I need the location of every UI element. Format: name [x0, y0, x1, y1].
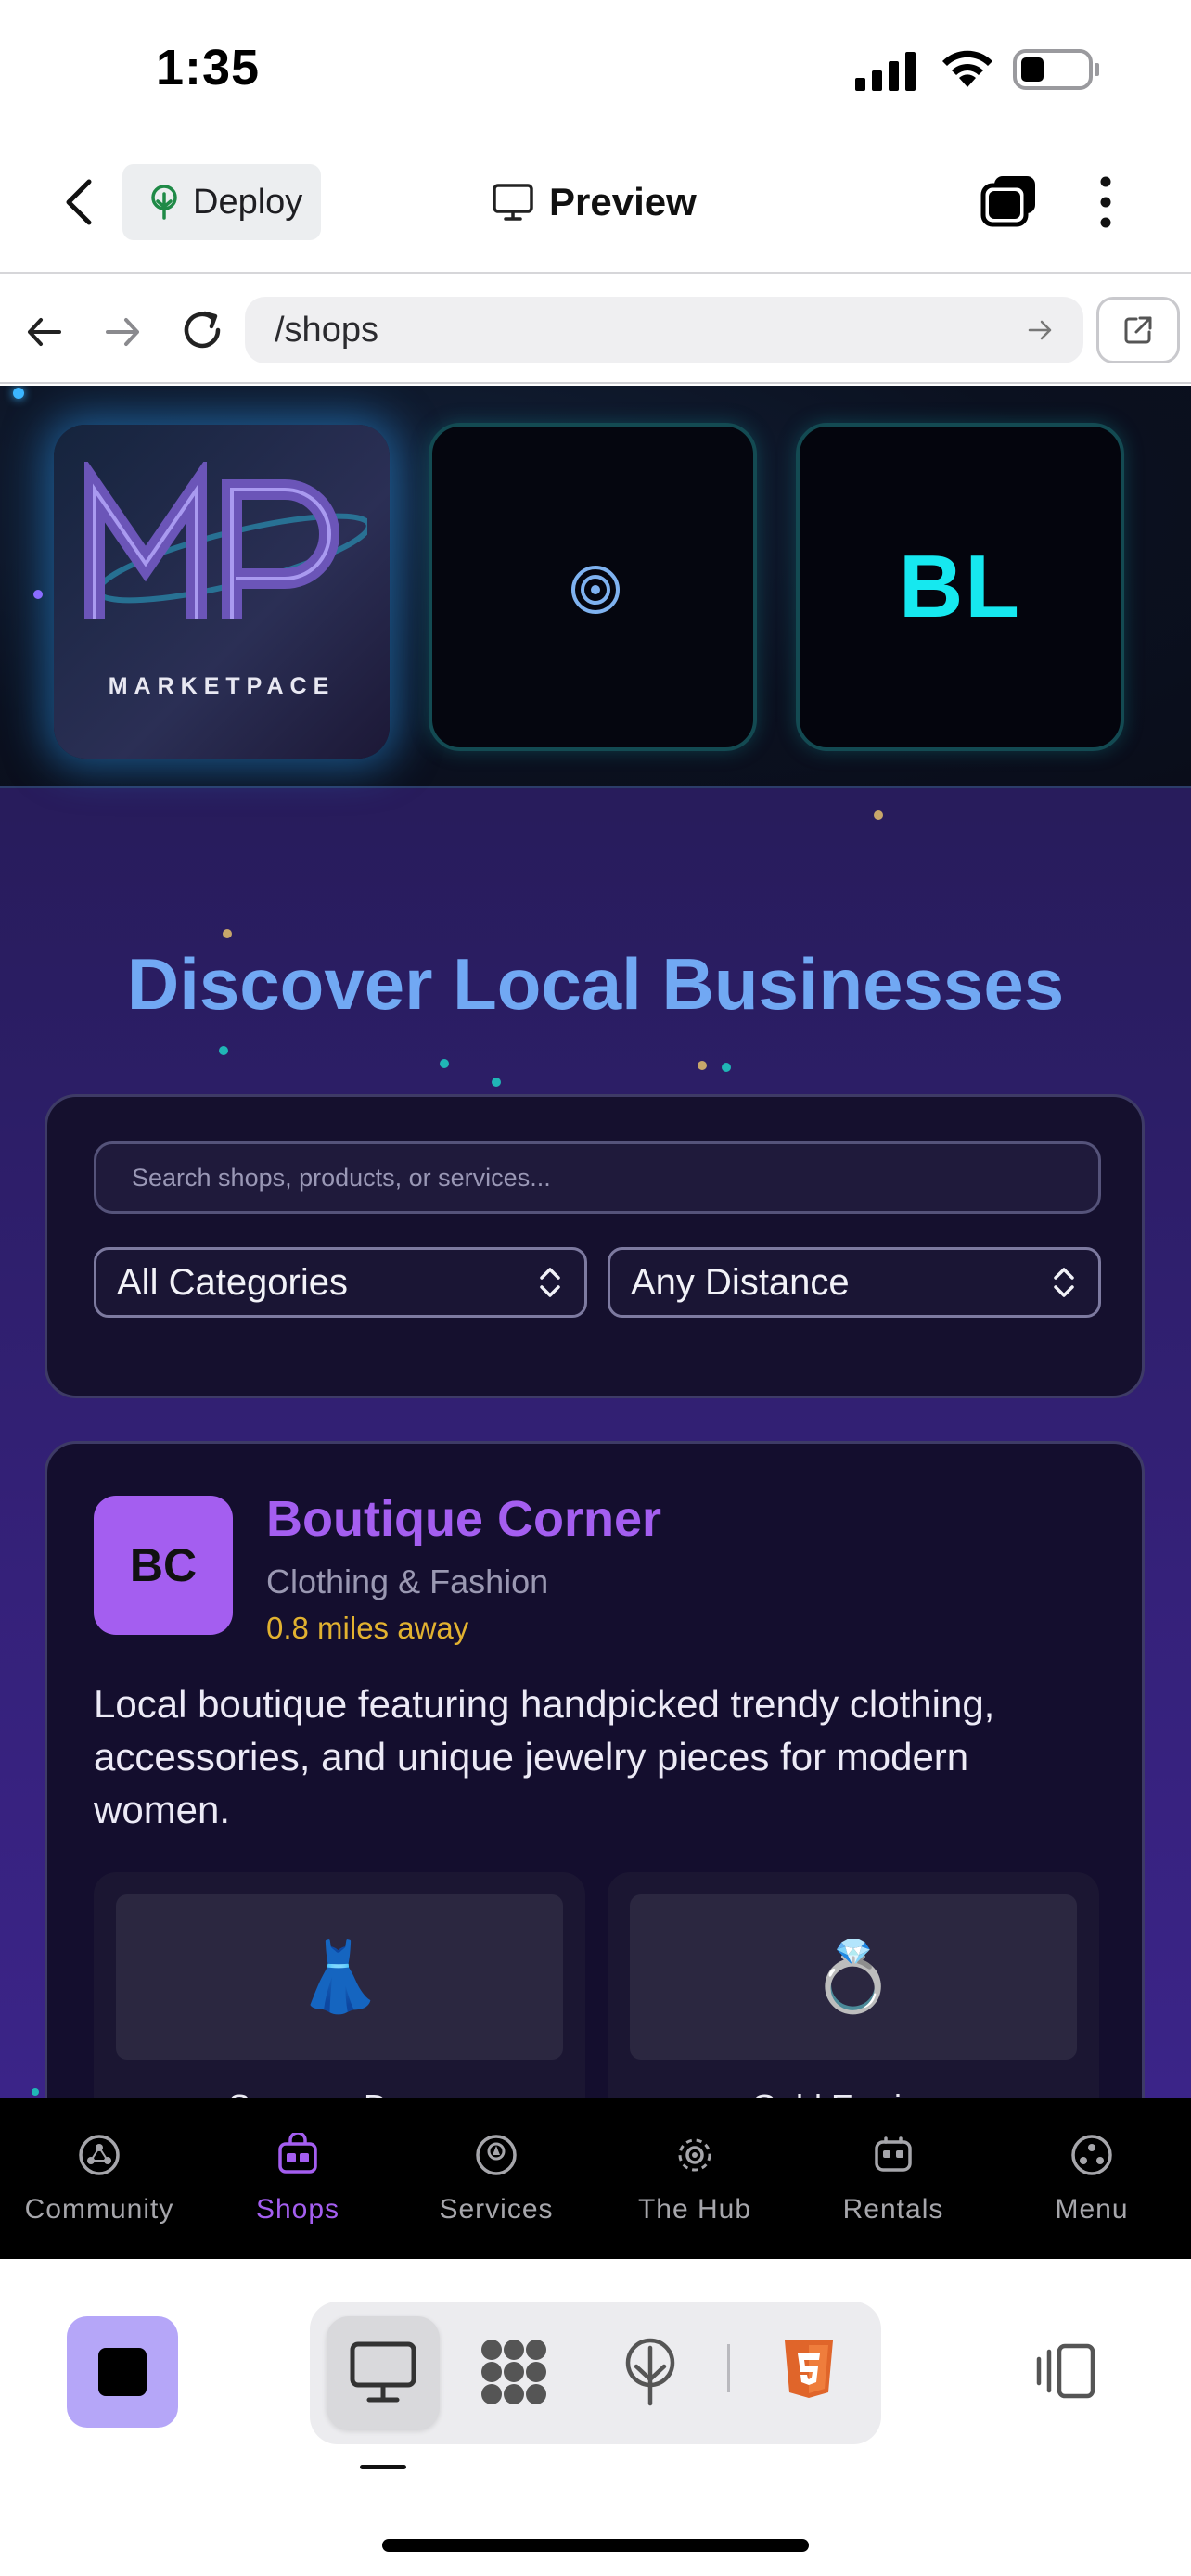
split-view-icon[interactable]	[1033, 2342, 1100, 2400]
marketpace-logo[interactable]: MARKETPACE	[54, 425, 390, 759]
distance-select-value: Any Distance	[631, 1261, 850, 1303]
category-select[interactable]: All Categories	[94, 1247, 587, 1318]
category-select-value: All Categories	[117, 1261, 349, 1303]
shop-avatar: BC	[94, 1496, 233, 1635]
hub-icon	[678, 2138, 711, 2172]
workspace-grid-icon[interactable]	[479, 2337, 549, 2407]
sparkle-dot	[698, 1061, 707, 1070]
product-name: Summer Dress	[94, 2087, 585, 2098]
community-icon	[79, 2135, 120, 2175]
shop-card[interactable]: BC Boutique Corner Clothing & Fashion 0.…	[45, 1441, 1145, 2098]
more-vertical-icon[interactable]	[1095, 174, 1117, 230]
stop-icon	[98, 2348, 147, 2396]
open-external-button[interactable]	[1096, 297, 1180, 363]
shop-initials: BC	[129, 1539, 198, 1591]
stop-button[interactable]	[67, 2316, 178, 2428]
sparkle-dot	[492, 1078, 501, 1087]
nav-menu[interactable]: Menu	[992, 2098, 1191, 2259]
distance-select[interactable]: Any Distance	[608, 1247, 1101, 1318]
sparkle-dot	[32, 2088, 39, 2096]
nav-label: Rentals	[842, 2194, 944, 2225]
sparkle-dot	[223, 929, 232, 938]
updown-chevron-icon	[1054, 1268, 1074, 1297]
bl-logo-tile[interactable]: BL	[796, 423, 1124, 751]
shop-distance: 0.8 miles away	[266, 1611, 469, 1645]
search-input[interactable]: Search shops, products, or services...	[94, 1141, 1101, 1214]
nav-label: Services	[439, 2194, 554, 2225]
nav-label: Shops	[255, 2194, 340, 2225]
home-indicator	[382, 2539, 809, 2552]
reload-icon[interactable]	[178, 306, 226, 354]
sparkle-dot	[440, 1059, 449, 1068]
dress-icon: 👗	[116, 1894, 563, 2060]
ring-icon: 💍	[630, 1894, 1077, 2060]
shop-description: Local boutique featuring handpicked tren…	[94, 1682, 995, 1831]
preview-title[interactable]: Preview	[492, 174, 697, 230]
product-card[interactable]: 👗 Summer Dress	[94, 1872, 585, 2098]
target-logo-tile[interactable]	[429, 423, 757, 751]
cellular-signal-icon	[855, 52, 918, 91]
search-placeholder: Search shops, products, or services...	[132, 1163, 551, 1192]
nav-label: Community	[24, 2194, 174, 2225]
go-arrow-icon[interactable]	[1026, 316, 1054, 344]
monitor-icon	[493, 184, 533, 221]
deploy-icon	[151, 185, 177, 220]
preview-label: Preview	[549, 180, 697, 223]
shops-icon	[278, 2133, 317, 2174]
sparkle-dot	[722, 1063, 731, 1072]
nav-label: Menu	[1055, 2194, 1129, 2225]
rentals-icon	[875, 2136, 912, 2172]
nav-shops[interactable]: Shops	[198, 2098, 397, 2259]
sparkle-dot	[219, 1046, 228, 1055]
desktop-preview-icon[interactable]	[349, 2340, 417, 2405]
bl-logo-text: BL	[899, 537, 1021, 636]
status-time: 1:35	[156, 40, 261, 96]
deploy-label: Deploy	[193, 182, 303, 222]
web-preview: MARKETPACE BL Discover Local Businesses …	[0, 386, 1191, 2098]
url-text: /shops	[275, 310, 378, 350]
url-field[interactable]: /shops	[245, 297, 1083, 363]
nav-community[interactable]: Community	[0, 2098, 198, 2259]
external-link-icon	[1124, 316, 1152, 344]
html5-icon[interactable]	[781, 2339, 837, 2400]
sparkle-dot	[13, 388, 24, 399]
product-name: Gold Earrings	[608, 2087, 1099, 2098]
divider	[727, 2344, 730, 2392]
services-icon	[476, 2135, 517, 2175]
deploy-button[interactable]: Deploy	[122, 164, 321, 240]
marketpace-wordmark: MARKETPACE	[108, 673, 336, 699]
tabs-icon[interactable]	[980, 172, 1039, 228]
sparkle-dot	[874, 810, 883, 820]
battery-icon	[1013, 48, 1102, 91]
back-chevron-icon[interactable]	[58, 176, 98, 228]
nav-rentals[interactable]: Rentals	[794, 2098, 992, 2259]
shop-category: Clothing & Fashion	[266, 1562, 549, 1600]
bottom-nav: Community Shops Services The Hub Rentals…	[0, 2098, 1191, 2259]
arrow-right-icon[interactable]	[100, 310, 145, 354]
updown-chevron-icon	[540, 1268, 560, 1297]
deployment-icon[interactable]	[620, 2337, 681, 2407]
product-card[interactable]: 💍 Gold Earrings	[608, 1872, 1099, 2098]
shop-name[interactable]: Boutique Corner	[266, 1490, 661, 1548]
logo-strip: MARKETPACE BL	[0, 386, 1191, 788]
wifi-icon	[939, 46, 996, 89]
filter-panel: Search shops, products, or services... A…	[45, 1094, 1145, 1398]
arrow-left-icon[interactable]	[22, 310, 67, 354]
menu-icon	[1071, 2135, 1112, 2175]
target-icon	[570, 564, 621, 616]
nav-label: The Hub	[637, 2194, 752, 2225]
sparkle-dot	[33, 590, 43, 599]
nav-the-hub[interactable]: The Hub	[596, 2098, 794, 2259]
page-title: Discover Local Businesses	[126, 943, 1065, 1025]
selected-indicator	[360, 2465, 406, 2469]
nav-services[interactable]: Services	[397, 2098, 596, 2259]
